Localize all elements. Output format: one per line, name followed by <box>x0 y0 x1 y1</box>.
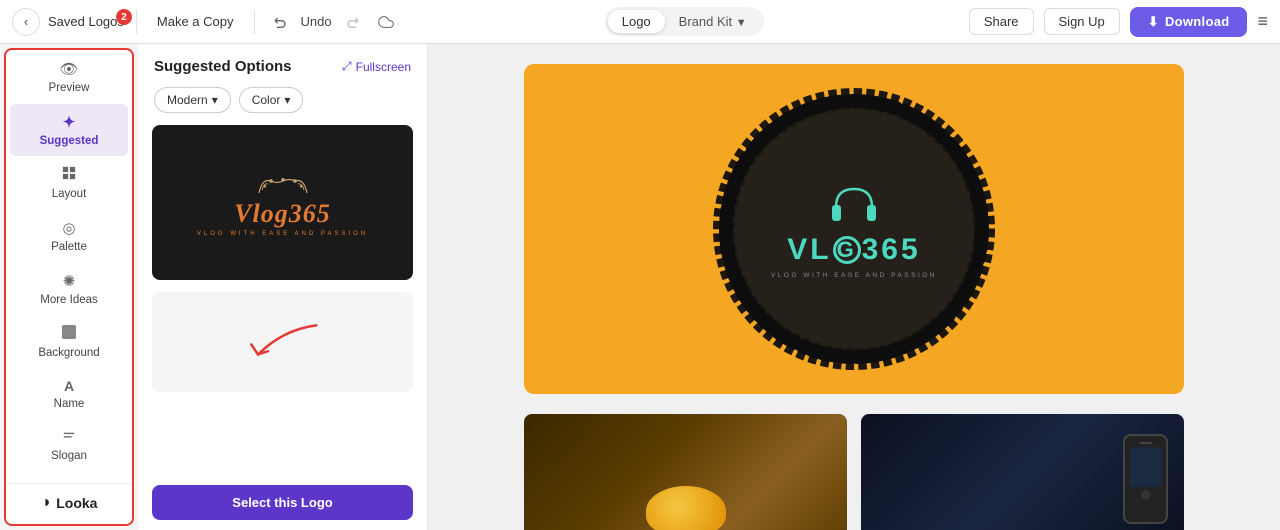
sidebar-label-suggested: Suggested <box>40 135 99 147</box>
sidebar-label-background: Background <box>38 347 99 359</box>
download-icon: ⬇ <box>1148 14 1159 30</box>
sidebar-item-more-ideas[interactable]: ✺ More Ideas <box>10 263 128 315</box>
sidebar-item-symbol[interactable]: ★ Symbol <box>10 472 128 483</box>
filter-modern[interactable]: Modern ▾ <box>154 87 231 113</box>
suggested-icon: ✦ <box>63 113 76 131</box>
tab-group: Logo Brand Kit ▼ <box>605 7 764 36</box>
wreath-svg <box>253 169 313 199</box>
undo-button[interactable] <box>267 8 295 36</box>
chevron-down-icon: ▾ <box>212 93 218 107</box>
make-copy-button[interactable]: Make a Copy <box>149 10 242 33</box>
phone-item <box>1123 434 1168 524</box>
panel-scroll: Vlog365 VLOG WITH EASE AND PASSION <box>138 125 427 479</box>
looka-brand: ◑ Looka <box>6 483 132 524</box>
share-button[interactable]: Share <box>969 8 1034 35</box>
menu-icon[interactable]: ≡ <box>1257 11 1268 32</box>
fullscreen-button[interactable]: ⤢ Fullscreen <box>342 59 411 74</box>
sidebar-label-palette: Palette <box>51 241 87 253</box>
topbar-left: ‹ Saved Logos 2 Make a Copy Undo <box>12 8 400 36</box>
tab-logo[interactable]: Logo <box>608 10 665 33</box>
preview-icon: 👁 <box>59 60 78 78</box>
canvas-logo-content: VLG365 VLOG WITH EASE AND PASSION <box>771 179 937 279</box>
sidebar-label-preview: Preview <box>49 82 90 94</box>
name-icon: A <box>64 378 74 394</box>
headphone-icon <box>826 179 882 229</box>
undo-redo-group: Undo <box>267 8 400 36</box>
sidebar: 👁 Preview ✦ Suggested Layout ◎ Palette ✺… <box>4 48 134 526</box>
bottom-card-food[interactable] <box>524 414 847 530</box>
bottom-row <box>524 414 1184 530</box>
canvas-logo-title: VLG365 <box>787 233 920 267</box>
slogan-icon <box>62 429 76 446</box>
sidebar-scroll: 👁 Preview ✦ Suggested Layout ◎ Palette ✺… <box>6 50 132 483</box>
sidebar-item-layout[interactable]: Layout <box>10 157 128 209</box>
food-item <box>646 486 726 530</box>
sidebar-item-preview[interactable]: 👁 Preview <box>10 51 128 103</box>
filter-color[interactable]: Color ▾ <box>239 87 304 113</box>
sidebar-item-name[interactable]: A Name <box>10 369 128 419</box>
tab-brand-kit[interactable]: Brand Kit ▼ <box>665 10 761 33</box>
canvas-logo-container: VLG365 VLOG WITH EASE AND PASSION <box>709 84 999 374</box>
fullscreen-icon: ⤢ <box>342 59 352 74</box>
sidebar-label-layout: Layout <box>52 188 87 200</box>
panel-title: Suggested Options <box>154 58 292 75</box>
sidebar-label-slogan: Slogan <box>51 450 87 462</box>
sidebar-item-background[interactable]: Background <box>10 316 128 368</box>
filter-row: Modern ▾ Color ▾ <box>138 83 427 125</box>
filter-modern-label: Modern <box>167 93 208 107</box>
bottom-card-phone[interactable] <box>861 414 1184 530</box>
layout-icon <box>62 166 76 184</box>
more-ideas-icon: ✺ <box>63 272 76 290</box>
logo-card-tagline: VLOG WITH EASE AND PASSION <box>197 231 368 237</box>
divider <box>254 10 255 34</box>
divider <box>136 10 137 34</box>
saved-logos-badge: 2 <box>116 9 132 25</box>
main-layout: 👁 Preview ✦ Suggested Layout ◎ Palette ✺… <box>0 44 1280 530</box>
canvas-area: VLG365 VLOG WITH EASE AND PASSION <box>428 44 1280 530</box>
topbar-center: Logo Brand Kit ▼ <box>408 7 961 36</box>
saved-logos-button[interactable]: Saved Logos 2 <box>48 14 124 29</box>
signup-button[interactable]: Sign Up <box>1044 8 1120 35</box>
palette-icon: ◎ <box>62 219 75 237</box>
canvas-main[interactable]: VLG365 VLOG WITH EASE AND PASSION <box>524 64 1184 394</box>
background-icon <box>62 325 76 343</box>
topbar: ‹ Saved Logos 2 Make a Copy Undo Logo Br… <box>0 0 1280 44</box>
sidebar-item-palette[interactable]: ◎ Palette <box>10 210 128 262</box>
panel: Suggested Options ⤢ Fullscreen Modern ▾ … <box>138 44 428 530</box>
sidebar-label-name: Name <box>54 398 85 410</box>
sidebar-item-suggested[interactable]: ✦ Suggested <box>10 104 128 156</box>
sidebar-label-more-ideas: More Ideas <box>40 294 98 306</box>
fullscreen-label: Fullscreen <box>356 60 411 74</box>
undo-label: Undo <box>301 14 332 29</box>
logo-card-image: Vlog365 VLOG WITH EASE AND PASSION <box>152 125 413 280</box>
download-label: Download <box>1165 14 1230 29</box>
looka-logo-icon: ◑ <box>41 494 51 512</box>
logo-card-1[interactable]: Vlog365 VLOG WITH EASE AND PASSION <box>152 125 413 280</box>
back-icon: ‹ <box>24 14 28 29</box>
saved-logos-label: Saved Logos <box>48 14 124 29</box>
download-button[interactable]: ⬇ Download <box>1130 7 1248 37</box>
cloud-button[interactable] <box>372 8 400 36</box>
phone-card-content <box>861 414 1184 530</box>
food-card-content <box>524 414 847 530</box>
looka-brand-label: Looka <box>56 495 97 511</box>
redo-button[interactable] <box>338 8 366 36</box>
chevron-down-icon-2: ▾ <box>284 93 290 107</box>
topbar-right: Share Sign Up ⬇ Download ≡ <box>969 7 1268 37</box>
arrow-suggestion-area <box>152 292 413 392</box>
panel-select-button[interactable]: Select this Logo <box>152 485 413 520</box>
filter-color-label: Color <box>252 93 281 107</box>
back-button[interactable]: ‹ <box>12 8 40 36</box>
arrow-svg <box>233 307 333 377</box>
panel-header: Suggested Options ⤢ Fullscreen <box>138 44 427 83</box>
logo-card-title: Vlog365 <box>234 199 331 229</box>
canvas-logo-tagline: VLOG WITH EASE AND PASSION <box>771 272 937 279</box>
symbol-icon: ★ <box>62 481 75 483</box>
sidebar-item-slogan[interactable]: Slogan <box>10 420 128 471</box>
